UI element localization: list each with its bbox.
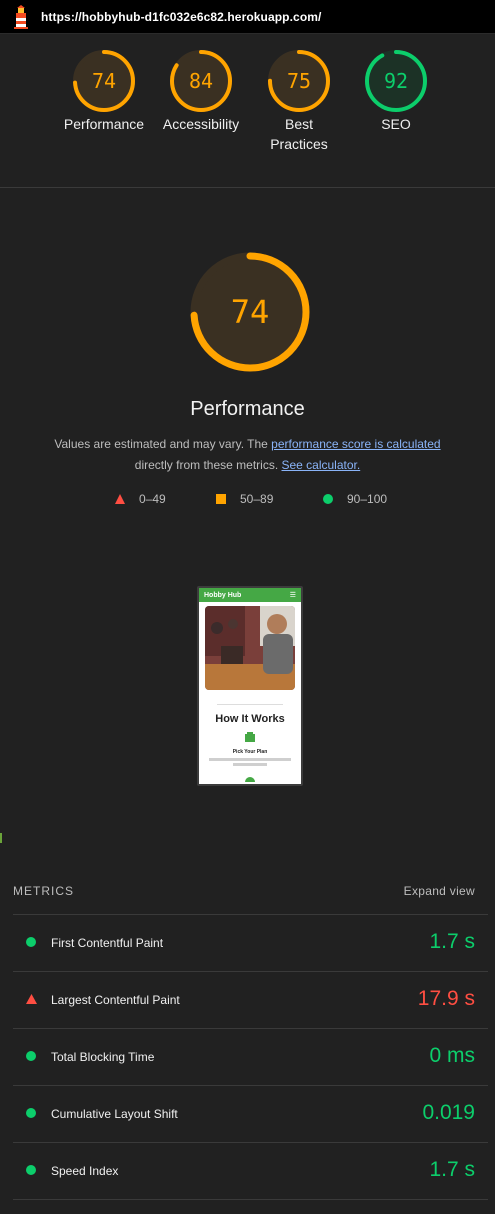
gauge-label: Performance — [63, 116, 145, 132]
divider — [0, 187, 495, 188]
metric-value: 1.7 s — [429, 1158, 475, 1181]
performance-gauge-large: 74 — [190, 252, 310, 372]
circle-icon — [26, 1165, 36, 1175]
legend-fail: 0–49 — [115, 492, 166, 506]
gauge-best-practices[interactable]: 75 Best Practices — [249, 48, 349, 154]
final-screenshot[interactable]: Hobby Hub ☰ How It Works Pick Your Plan — [197, 586, 303, 786]
see-calculator-link[interactable]: See calculator. — [281, 458, 360, 472]
thumb-text-line — [233, 763, 267, 766]
desc-text: Values are estimated and may vary. The — [54, 437, 272, 451]
metrics-bottom-border — [13, 1199, 488, 1200]
thumb-step: Pick Your Plan — [232, 749, 268, 755]
legend-range: 0–49 — [139, 492, 166, 506]
metric-row: Total Blocking Time 0 ms — [13, 1028, 488, 1085]
leaf-icon — [199, 769, 301, 784]
metrics-header: METRICS Expand view — [13, 884, 475, 898]
desc-text: directly from these metrics. — [134, 458, 282, 472]
metric-value: 0.019 — [422, 1101, 475, 1124]
legend-pass: 90–100 — [323, 492, 387, 506]
score-calculated-link[interactable]: performance score is calculated — [271, 437, 440, 451]
gauge-seo[interactable]: 92 SEO — [346, 48, 446, 134]
square-icon — [216, 494, 226, 504]
metric-name: Cumulative Layout Shift — [51, 1107, 178, 1121]
performance-description: Values are estimated and may vary. The p… — [40, 434, 455, 476]
gauge-label: SEO — [381, 116, 411, 132]
metric-name: Largest Contentful Paint — [51, 993, 180, 1007]
gauge-score: 74 — [92, 69, 116, 93]
legend-average: 50–89 — [216, 492, 273, 506]
score-legend: 0–49 50–89 90–100 — [0, 492, 495, 510]
triangle-icon — [115, 494, 125, 504]
gauge-ring: 75 — [268, 50, 330, 112]
url-bar: https://hobbyhub-d1fc032e6c82.herokuapp.… — [0, 0, 495, 34]
metric-name: First Contentful Paint — [51, 936, 164, 950]
metric-name: Total Blocking Time — [51, 1050, 155, 1064]
circle-icon — [323, 494, 333, 504]
metric-name: Speed Index — [51, 1164, 119, 1178]
metric-row: Cumulative Layout Shift 0.019 — [13, 1085, 488, 1142]
thumb-heading: How It Works — [215, 713, 285, 725]
gauge-ring: 92 — [365, 50, 427, 112]
category-gauges: 74 Performance 84 Accessibility 75 Best … — [0, 48, 495, 188]
page-url[interactable]: https://hobbyhub-d1fc032e6c82.herokuapp.… — [41, 10, 321, 24]
expand-view-toggle[interactable]: Expand view — [404, 884, 475, 898]
gauge-label: Accessibility — [162, 116, 240, 132]
metric-value: 17.9 s — [417, 987, 475, 1010]
gauge-ring: 84 — [170, 50, 232, 112]
lighthouse-icon — [14, 4, 28, 29]
performance-score: 74 — [231, 293, 270, 331]
thumb-text-line — [209, 758, 291, 761]
gauge-label: Best Practices — [270, 116, 328, 152]
box-icon — [199, 729, 301, 747]
gauge-score: 84 — [189, 69, 213, 93]
menu-icon: ☰ — [289, 592, 296, 599]
thumb-header: Hobby Hub ☰ — [199, 588, 301, 602]
thumb-hero-photo — [205, 606, 295, 690]
edge-marker — [0, 833, 2, 843]
metrics-title: METRICS — [13, 884, 74, 898]
metric-row: First Contentful Paint 1.7 s — [13, 914, 488, 971]
circle-icon — [26, 1108, 36, 1118]
circle-icon — [26, 937, 36, 947]
circle-icon — [26, 1051, 36, 1061]
performance-title: Performance — [190, 398, 305, 420]
metric-row: Largest Contentful Paint 17.9 s — [13, 971, 488, 1028]
gauge-score: 75 — [287, 69, 311, 93]
thumb-divider — [217, 704, 283, 705]
thumb-brand: Hobby Hub — [204, 591, 242, 599]
gauge-performance[interactable]: 74 Performance — [54, 48, 154, 134]
triangle-icon — [26, 994, 37, 1004]
legend-range: 50–89 — [240, 492, 274, 506]
legend-range: 90–100 — [347, 492, 388, 506]
gauge-score: 92 — [384, 69, 408, 93]
metric-row: Speed Index 1.7 s — [13, 1142, 488, 1199]
metric-value: 0 ms — [429, 1044, 475, 1067]
gauge-ring: 74 — [73, 50, 135, 112]
gauge-accessibility[interactable]: 84 Accessibility — [151, 48, 251, 134]
metric-value: 1.7 s — [429, 930, 475, 953]
